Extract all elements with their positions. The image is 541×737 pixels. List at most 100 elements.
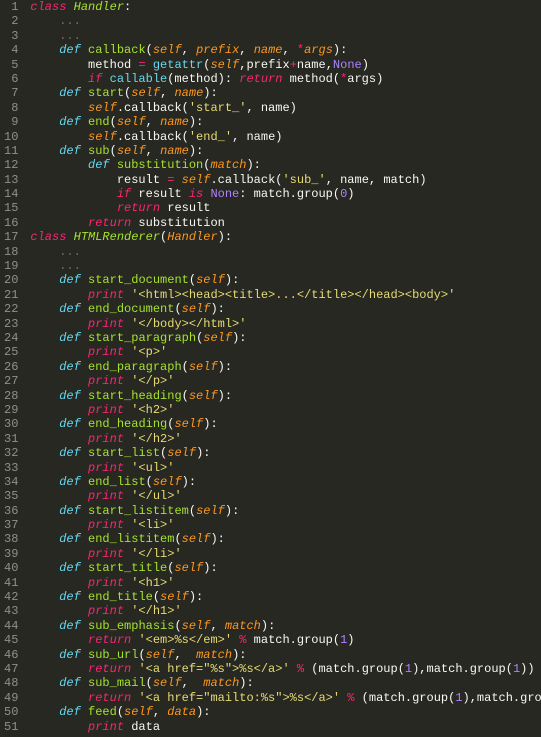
line-number: 25: [4, 345, 18, 359]
code-line[interactable]: if result is None: match.group(0): [30, 187, 541, 201]
code-line[interactable]: self.callback('end_', name): [30, 130, 541, 144]
code-line[interactable]: def callback(self, prefix, name, *args):: [30, 43, 541, 57]
code-line[interactable]: def sub(self, name):: [30, 144, 541, 158]
line-number: 13: [4, 173, 18, 187]
line-number: 30: [4, 417, 18, 431]
code-line[interactable]: print '</h2>': [30, 432, 541, 446]
line-number: 44: [4, 619, 18, 633]
code-line[interactable]: ...: [30, 245, 541, 259]
code-line[interactable]: def end_heading(self):: [30, 417, 541, 431]
line-number: 33: [4, 461, 18, 475]
line-number: 16: [4, 216, 18, 230]
line-number: 15: [4, 201, 18, 215]
line-number: 31: [4, 432, 18, 446]
code-line[interactable]: method = getattr(self,prefix+name,None): [30, 58, 541, 72]
line-number: 1: [4, 0, 18, 14]
code-line[interactable]: print '<h1>': [30, 576, 541, 590]
line-number: 3: [4, 29, 18, 43]
code-line[interactable]: def sub_url(self, match):: [30, 648, 541, 662]
line-number: 2: [4, 14, 18, 28]
line-number: 17: [4, 230, 18, 244]
code-line[interactable]: print data: [30, 720, 541, 734]
code-line[interactable]: print '</li>': [30, 547, 541, 561]
code-line[interactable]: def start_heading(self):: [30, 389, 541, 403]
code-line[interactable]: def end(self, name):: [30, 115, 541, 129]
code-line[interactable]: def start_paragraph(self):: [30, 331, 541, 345]
line-number: 5: [4, 58, 18, 72]
code-line[interactable]: def start_listitem(self):: [30, 504, 541, 518]
line-number: 7: [4, 86, 18, 100]
line-number: 50: [4, 705, 18, 719]
code-line[interactable]: print '<li>': [30, 518, 541, 532]
code-line[interactable]: def start(self, name):: [30, 86, 541, 100]
line-number: 37: [4, 518, 18, 532]
code-line[interactable]: print '<p>': [30, 345, 541, 359]
line-number: 35: [4, 489, 18, 503]
code-line[interactable]: def sub_mail(self, match):: [30, 676, 541, 690]
line-number: 29: [4, 403, 18, 417]
line-number: 8: [4, 101, 18, 115]
code-line[interactable]: print '<html><head><title>...</title></h…: [30, 288, 541, 302]
code-line[interactable]: def start_list(self):: [30, 446, 541, 460]
code-line[interactable]: def end_title(self):: [30, 590, 541, 604]
code-line[interactable]: def end_listitem(self):: [30, 532, 541, 546]
code-editor[interactable]: 1234567891011121314151617181920212223242…: [0, 0, 541, 734]
code-line[interactable]: print '</body></html>': [30, 317, 541, 331]
code-line[interactable]: print '</ul>': [30, 489, 541, 503]
code-line[interactable]: def end_list(self):: [30, 475, 541, 489]
line-number: 28: [4, 389, 18, 403]
line-number: 39: [4, 547, 18, 561]
line-number: 42: [4, 590, 18, 604]
code-line[interactable]: return result: [30, 201, 541, 215]
line-number: 46: [4, 648, 18, 662]
line-number: 47: [4, 662, 18, 676]
code-line[interactable]: return '<em>%s</em>' % match.group(1): [30, 633, 541, 647]
line-number: 4: [4, 43, 18, 57]
line-number: 40: [4, 561, 18, 575]
code-line[interactable]: def sub_emphasis(self, match):: [30, 619, 541, 633]
line-number: 14: [4, 187, 18, 201]
line-number: 10: [4, 130, 18, 144]
line-number-gutter: 1234567891011121314151617181920212223242…: [0, 0, 26, 734]
code-line[interactable]: def feed(self, data):: [30, 705, 541, 719]
line-number: 24: [4, 331, 18, 345]
code-line[interactable]: def substitution(match):: [30, 158, 541, 172]
line-number: 27: [4, 374, 18, 388]
code-line[interactable]: class Handler:: [30, 0, 541, 14]
code-line[interactable]: def start_title(self):: [30, 561, 541, 575]
line-number: 18: [4, 245, 18, 259]
line-number: 21: [4, 288, 18, 302]
line-number: 41: [4, 576, 18, 590]
code-line[interactable]: class HTMLRenderer(Handler):: [30, 230, 541, 244]
code-area[interactable]: class Handler: ... ... def callback(self…: [26, 0, 541, 734]
line-number: 49: [4, 691, 18, 705]
code-line[interactable]: ...: [30, 29, 541, 43]
line-number: 45: [4, 633, 18, 647]
code-line[interactable]: def end_document(self):: [30, 302, 541, 316]
line-number: 19: [4, 259, 18, 273]
line-number: 38: [4, 532, 18, 546]
code-line[interactable]: def end_paragraph(self):: [30, 360, 541, 374]
code-line[interactable]: ...: [30, 14, 541, 28]
line-number: 22: [4, 302, 18, 316]
line-number: 6: [4, 72, 18, 86]
line-number: 48: [4, 676, 18, 690]
code-line[interactable]: self.callback('start_', name): [30, 101, 541, 115]
line-number: 36: [4, 504, 18, 518]
line-number: 43: [4, 604, 18, 618]
code-line[interactable]: return '<a href="mailto:%s">%s</a>' % (m…: [30, 691, 541, 705]
code-line[interactable]: return substitution: [30, 216, 541, 230]
line-number: 23: [4, 317, 18, 331]
line-number: 51: [4, 720, 18, 734]
code-line[interactable]: print '</h1>': [30, 604, 541, 618]
code-line[interactable]: print '<h2>': [30, 403, 541, 417]
code-line[interactable]: print '</p>': [30, 374, 541, 388]
code-line[interactable]: ...: [30, 259, 541, 273]
line-number: 11: [4, 144, 18, 158]
code-line[interactable]: return '<a href="%s">%s</a>' % (match.gr…: [30, 662, 541, 676]
code-line[interactable]: result = self.callback('sub_', name, mat…: [30, 173, 541, 187]
code-line[interactable]: if callable(method): return method(*args…: [30, 72, 541, 86]
line-number: 12: [4, 158, 18, 172]
code-line[interactable]: print '<ul>': [30, 461, 541, 475]
code-line[interactable]: def start_document(self):: [30, 273, 541, 287]
